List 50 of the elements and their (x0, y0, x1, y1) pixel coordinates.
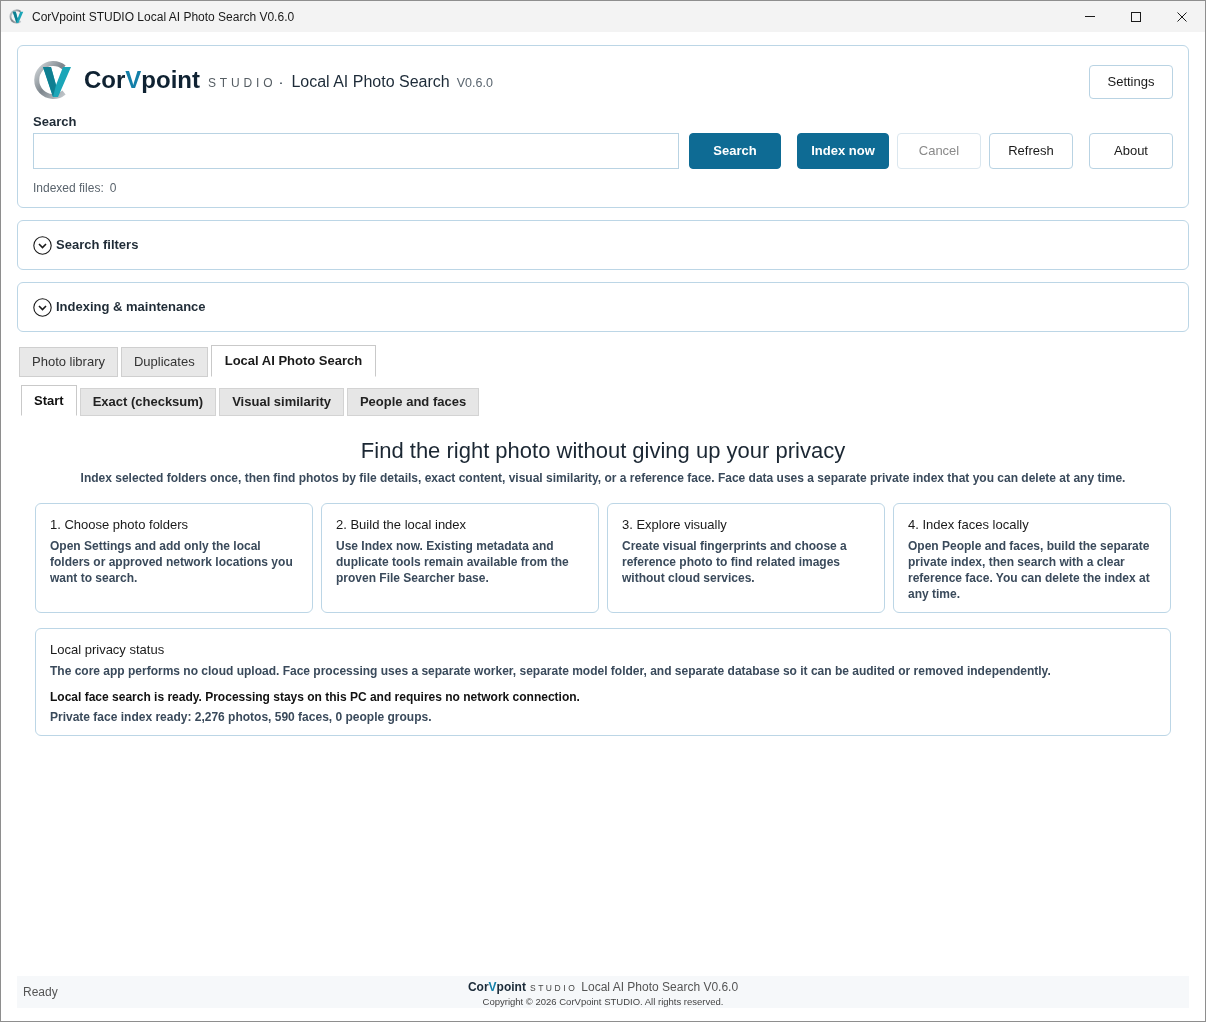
brand-studio: STUDIO (208, 75, 277, 92)
search-label: Search (33, 114, 78, 130)
tab[interactable]: Local AI Photo Search (210, 345, 377, 377)
window-title: CorVpoint STUDIO Local AI Photo Search V0.6.0 (32, 8, 295, 26)
footer-brand-name: CorVpoint (467, 978, 526, 996)
expander-panel[interactable]: Search filters (17, 220, 1189, 270)
step-description: Open People and faces, build the separate private index, then search with a clear reference face. You can delete the index at any time. (908, 538, 1151, 602)
logo-icon (33, 60, 73, 100)
close-icon (1177, 11, 1187, 22)
tab[interactable]: Start (21, 385, 77, 416)
indexed-files-count: 0 (109, 180, 117, 196)
settings-button[interactable]: Settings (1089, 65, 1173, 99)
footer-studio: STUDIO (529, 981, 578, 995)
tab[interactable]: Duplicates (121, 347, 208, 377)
button[interactable]: Refresh (989, 133, 1073, 169)
primary-button[interactable]: Search (689, 133, 781, 169)
brand-name: CorVpoint (84, 68, 200, 92)
maximize-icon (1131, 11, 1141, 22)
step-description: Create visual fingerprints and choose a reference photo to find related images without cloud services. (622, 538, 848, 586)
expander-panel[interactable]: Indexing & maintenance (17, 282, 1189, 332)
step-title: 3. Explore visually (622, 517, 728, 533)
indexed-files-label: Indexed files: (33, 180, 104, 196)
button[interactable]: About (1089, 133, 1173, 169)
privacy-title: Local privacy status (50, 642, 166, 658)
step-title: 1. Choose photo folders (50, 517, 190, 533)
step-description: Use Index now. Existing metadata and duplicate tools remain available from the proven File Searcher base. (336, 538, 570, 586)
primary-button[interactable]: Index now (797, 133, 889, 169)
chevron-down-circle-icon (33, 235, 52, 255)
tab[interactable]: Visual similarity (219, 388, 344, 416)
footer-product: Local AI Photo Search V0.6.0 (581, 978, 739, 996)
separator: · (278, 71, 284, 92)
search-field[interactable] (33, 133, 679, 169)
status-text: Ready (23, 984, 58, 1001)
face-index-stats: Private face index ready: 2,276 photos, 590 faces, 0 people groups. (50, 709, 433, 725)
step-description: Open Settings and add only the local folders or approved network locations you want to search. (50, 538, 294, 586)
minimize-icon (1085, 16, 1095, 17)
tab[interactable]: Exact (checksum) (79, 388, 217, 416)
step-title: 4. Index faces locally (908, 517, 1030, 533)
tab[interactable]: People and faces (346, 388, 480, 416)
tab[interactable]: Photo library (19, 347, 118, 377)
chevron-down-circle-icon (33, 297, 52, 317)
step-title: 2. Build the local index (336, 517, 468, 533)
privacy-description: The core app performs no cloud upload. Face processing uses a separate worker, separate model folder, and separate database so it can be audited or removed independently. (50, 663, 1052, 679)
page-heading: Find the right photo without giving up your privacy (359, 437, 847, 465)
product-title: Local AI Photo Search (291, 72, 450, 92)
copyright-text: Copyright © 2026 CorVpoint STUDIO. All rights reserved. (482, 995, 724, 1007)
version-label: V0.6.0 (456, 74, 493, 92)
app-logo-icon (9, 9, 24, 24)
page-subtitle: Index selected folders once, then find photos by file details, exact content, visual similarity, or a reference face. Face data uses a separate private index that you can delete at any time. (79, 470, 1127, 487)
face-search-status: Local face search is ready. Processing stays on this PC and requires no network connection. (50, 689, 581, 705)
